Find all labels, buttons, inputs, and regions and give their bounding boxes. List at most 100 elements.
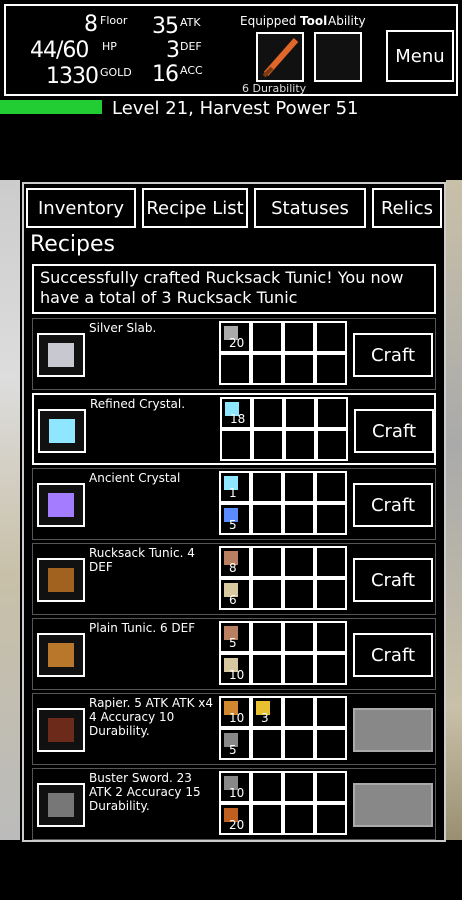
tab-inventory[interactable]: Inventory [26, 188, 136, 228]
ingredient-count: 20 [229, 818, 245, 832]
recipe-row[interactable]: Silver Slab. 20 Craft [32, 318, 436, 390]
ingredient-slot [283, 321, 315, 353]
craft-button[interactable]: Craft [353, 633, 433, 677]
atk-value: 35 [152, 14, 179, 39]
ingredient-slot [283, 803, 315, 835]
ingredient-grid: 5 10 [219, 621, 347, 685]
tab-relics[interactable]: Relics [372, 188, 442, 228]
ingredient-slot [252, 397, 284, 429]
ingredient-count: 10 [229, 786, 245, 800]
ingredient-slot [283, 621, 315, 653]
ingredient-slot [315, 696, 347, 728]
refined-crystal-icon [38, 409, 86, 453]
ingredient-slot [251, 621, 283, 653]
recipe-name: Buster Sword. 23 ATK 2 Accuracy 15 Durab… [89, 771, 201, 813]
gold-label: GOLD [100, 66, 132, 79]
background-left [0, 180, 20, 840]
ingredient-slot [219, 353, 251, 385]
tab-statuses[interactable]: Statuses [254, 188, 366, 228]
ingredient-slot: 18 [220, 397, 252, 429]
craft-button[interactable] [353, 783, 433, 827]
recipe-row[interactable]: Refined Crystal. 18 Craft [32, 393, 436, 465]
ingredient-slot [284, 397, 316, 429]
ingredient-slot: 20 [219, 803, 251, 835]
ingredient-count: 10 [229, 668, 245, 682]
recipe-row[interactable]: Rapier. 5 ATK ATK x4 4 Accuracy 10 Durab… [32, 693, 436, 765]
ingredient-slot [316, 397, 348, 429]
rapier-icon [37, 708, 85, 752]
ingredient-slot [251, 578, 283, 610]
recipe-name: Ancient Crystal [89, 471, 181, 485]
ingredient-slot [251, 653, 283, 685]
floor-value: 8 [84, 12, 98, 37]
recipe-name: Rapier. 5 ATK ATK x4 4 Accuracy 10 Durab… [89, 696, 213, 738]
ingredient-slot: 10 [219, 653, 251, 685]
ingredient-count: 1 [229, 486, 237, 500]
ingredient-slot [315, 353, 347, 385]
xp-bar [0, 100, 102, 114]
ingredient-slot [283, 653, 315, 685]
ability-label: Ability [328, 14, 366, 28]
ingredient-slot [283, 503, 315, 535]
def-value: 3 [166, 38, 180, 63]
orange-sword-icon [262, 38, 299, 78]
craft-button[interactable]: Craft [353, 558, 433, 602]
floor-label: Floor [100, 14, 128, 27]
ingredient-slot [283, 696, 315, 728]
recipe-name: Refined Crystal. [90, 397, 186, 411]
ingredient-slot [251, 471, 283, 503]
ingredient-slot [315, 471, 347, 503]
ingredient-slot [251, 728, 283, 760]
ingredient-slot [283, 471, 315, 503]
ingredient-count: 20 [229, 336, 245, 350]
hp-label: HP [102, 40, 117, 53]
ingredient-slot [315, 728, 347, 760]
ingredient-slot: 8 [219, 546, 251, 578]
recipes-title: Recipes [30, 232, 116, 257]
ingredient-slot: 5 [219, 503, 251, 535]
acc-label: ACC [180, 64, 203, 77]
ingredient-slot [315, 771, 347, 803]
recipe-row[interactable]: Buster Sword. 23 ATK 2 Accuracy 15 Durab… [32, 768, 436, 840]
craft-button[interactable]: Craft [353, 483, 433, 527]
ability-slot[interactable] [314, 32, 362, 82]
ingredient-slot [315, 653, 347, 685]
ingredient-slot [283, 353, 315, 385]
craft-button[interactable] [353, 708, 433, 752]
ingredient-slot [251, 771, 283, 803]
ingredient-slot: 10 [219, 771, 251, 803]
def-label: DEF [180, 40, 202, 53]
recipe-row[interactable]: Ancient Crystal 1 5 Craft [32, 468, 436, 540]
ingredient-slot [283, 728, 315, 760]
tab-recipe-list[interactable]: Recipe List [142, 188, 248, 228]
craft-button[interactable]: Craft [353, 333, 433, 377]
level-text: Level 21, Harvest Power 51 [112, 98, 359, 119]
ingredient-slot [251, 353, 283, 385]
ingredient-count: 8 [229, 561, 237, 575]
ingredient-slot: 10 [219, 696, 251, 728]
buster-sword-icon [37, 783, 85, 827]
recipe-name: Rucksack Tunic. 4 DEF [89, 546, 195, 574]
ingredient-slot [315, 321, 347, 353]
ingredient-slot: 5 [219, 621, 251, 653]
ingredient-slot [315, 503, 347, 535]
ingredient-slot [251, 321, 283, 353]
ingredient-slot [251, 803, 283, 835]
ingredient-slot [283, 546, 315, 578]
recipe-name: Plain Tunic. 6 DEF [89, 621, 196, 635]
acc-value: 16 [152, 62, 179, 87]
recipe-panel: Inventory Recipe List Statuses Relics Re… [22, 182, 446, 842]
plain-tunic-icon [37, 633, 85, 677]
recipe-name: Silver Slab. [89, 321, 157, 335]
recipe-row[interactable]: Rucksack Tunic. 4 DEF 8 6 Craft [32, 543, 436, 615]
silver-slab-icon [37, 333, 85, 377]
ingredient-slot: 20 [219, 321, 251, 353]
recipe-row[interactable]: Plain Tunic. 6 DEF 5 10 Craft [32, 618, 436, 690]
ingredient-count: 6 [229, 593, 237, 607]
craft-button[interactable]: Craft [354, 409, 434, 453]
equipped-tool-slot[interactable] [256, 32, 304, 82]
ingredient-slot [283, 578, 315, 610]
ingredient-slot [315, 546, 347, 578]
menu-button[interactable]: Menu [386, 30, 454, 82]
recipe-list[interactable]: Silver Slab. 20 Craft Refined Crystal. 18 Cra… [28, 316, 438, 840]
